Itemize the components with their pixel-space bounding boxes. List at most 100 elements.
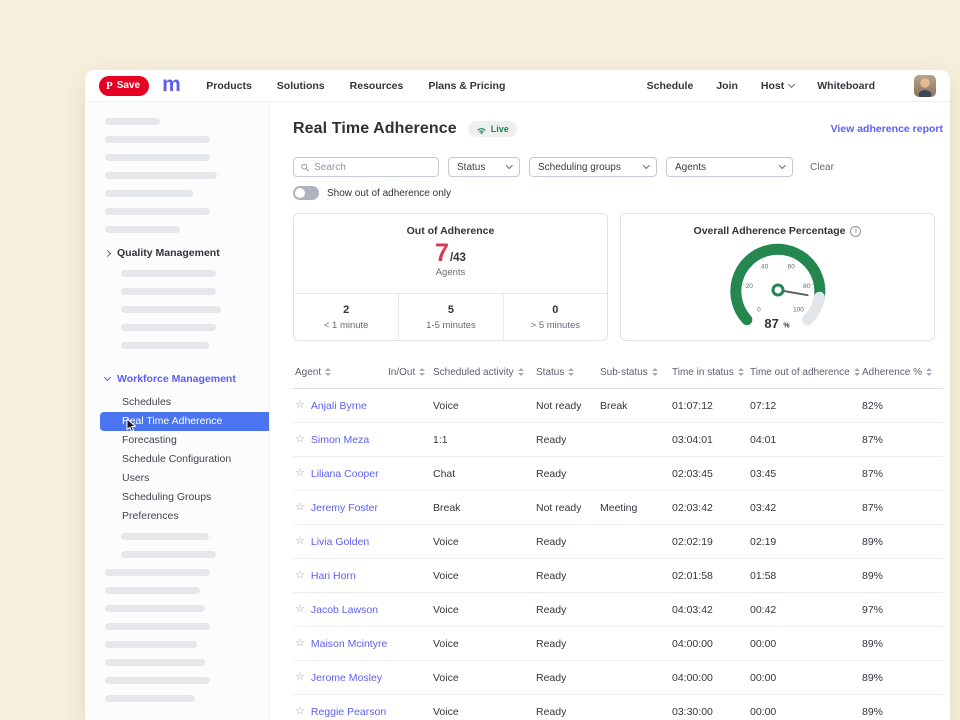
star-icon[interactable]: ☆ [295, 434, 305, 445]
count-value: 7 [435, 240, 449, 266]
gauge-tick-40: 40 [761, 264, 769, 271]
bucket: 0 > 5 minutes [503, 294, 607, 340]
bucket-value: 5 [448, 304, 454, 316]
nav-link-plans-pricing[interactable]: Plans & Pricing [428, 80, 505, 92]
star-icon[interactable]: ☆ [295, 570, 305, 581]
pinterest-save-button[interactable]: P Save [99, 76, 149, 96]
skeleton-bar [121, 551, 216, 558]
sidebar-item-preferences[interactable]: Preferences [85, 507, 269, 526]
nav-link-whiteboard[interactable]: Whiteboard [817, 80, 875, 92]
skeleton-bar [121, 533, 209, 540]
star-icon[interactable]: ☆ [295, 400, 305, 411]
count-unit: Agents [294, 267, 607, 278]
inout-cell [386, 638, 431, 650]
column-label: Adherence % [862, 367, 922, 378]
adherence-cell: 89% [860, 570, 943, 582]
sidebar-item-forecasting[interactable]: Forecasting [85, 431, 269, 450]
section-label: Quality Management [117, 247, 220, 259]
agents-dropdown-label: Agents [675, 162, 706, 173]
column-header[interactable]: Time out of adherence [748, 367, 860, 378]
skeleton-bar [121, 324, 216, 331]
star-icon[interactable]: ☆ [295, 502, 305, 513]
agent-name-link[interactable]: Jeremy Foster [311, 502, 378, 514]
nav-link-host[interactable]: Host [761, 80, 794, 92]
clear-filters-button[interactable]: Clear [810, 162, 834, 173]
bucket: 2 < 1 minute [294, 294, 398, 340]
bucket-label: > 5 minutes [531, 320, 580, 331]
status-cell: Ready [534, 570, 598, 582]
star-icon[interactable]: ☆ [295, 638, 305, 649]
nav-link-join[interactable]: Join [716, 80, 738, 92]
sidebar-section-workforce-management[interactable]: Workforce Management [85, 373, 269, 385]
card-title: Out of Adherence [294, 225, 607, 237]
search-box [293, 157, 439, 177]
info-icon[interactable]: i [850, 226, 861, 237]
star-icon[interactable]: ☆ [295, 672, 305, 683]
agent-name-link[interactable]: Anjali Byrne [311, 400, 367, 412]
nav-link-resources[interactable]: Resources [350, 80, 404, 92]
summary-cards: Out of Adherence 7 /43 Agents 2 < 1 minu [293, 213, 943, 341]
status-dropdown[interactable]: Status [448, 157, 520, 177]
time-out-of-adherence-cell: 07:12 [748, 400, 860, 412]
star-icon[interactable]: ☆ [295, 536, 305, 547]
live-badge: Live [468, 121, 517, 137]
skeleton-bar [105, 605, 205, 612]
table-row: ☆ Anjali Byrne Voice Not ready Break 01:… [293, 389, 943, 423]
time-in-status-cell: 02:03:45 [670, 468, 748, 480]
out-of-adherence-card: Out of Adherence 7 /43 Agents 2 < 1 minu [293, 213, 608, 341]
time-in-status-cell: 02:02:19 [670, 536, 748, 548]
agent-name-link[interactable]: Reggie Pearson [311, 706, 386, 718]
agent-name-link[interactable]: Livia Golden [311, 536, 369, 548]
view-adherence-report-link[interactable]: View adherence report [831, 123, 943, 135]
scheduled-activity-cell: Voice [431, 638, 534, 650]
live-signal-icon [476, 125, 487, 134]
star-icon[interactable]: ☆ [295, 706, 305, 717]
star-icon[interactable]: ☆ [295, 604, 305, 615]
nav-link-products[interactable]: Products [206, 80, 252, 92]
table-row: ☆ Maison Mcintyre Voice Ready 04:00:00 [293, 627, 943, 661]
star-icon[interactable]: ☆ [295, 468, 305, 479]
adherence-cell: 89% [860, 638, 943, 650]
agent-name-link[interactable]: Hari Horn [311, 570, 356, 582]
sidebar-item-schedule-configuration[interactable]: Schedule Configuration [85, 450, 269, 469]
agent-name-link[interactable]: Jerome Mosley [311, 672, 382, 684]
column-header[interactable]: Scheduled activity [431, 367, 534, 378]
inout-cell [386, 434, 431, 446]
inout-cell [386, 400, 431, 412]
agent-name-link[interactable]: Jacob Lawson [311, 604, 378, 616]
skeleton-bar [105, 154, 210, 161]
sidebar-item-real-time-adherence[interactable]: Real Time Adherence [100, 412, 269, 431]
count-total: /43 [450, 252, 466, 264]
column-header[interactable]: Status [534, 367, 598, 378]
nav-link-schedule[interactable]: Schedule [647, 80, 694, 92]
app-body: Quality Management Workforce Management … [85, 102, 950, 720]
out-of-adherence-toggle[interactable] [293, 186, 319, 200]
nav-link-solutions[interactable]: Solutions [277, 80, 325, 92]
sidebar-item-users[interactable]: Users [85, 469, 269, 488]
column-label: Scheduled activity [433, 367, 514, 378]
chevron-down-icon [643, 162, 649, 168]
agent-cell: ☆ Reggie Pearson [293, 706, 386, 718]
agent-name-link[interactable]: Maison Mcintyre [311, 638, 387, 650]
column-header[interactable]: Adherence % [860, 367, 943, 378]
time-out-of-adherence-cell: 04:01 [748, 434, 860, 446]
scheduling-groups-dropdown[interactable]: Scheduling groups [529, 157, 657, 177]
agents-dropdown[interactable]: Agents [666, 157, 793, 177]
sidebar-item-schedules[interactable]: Schedules [85, 393, 269, 412]
sort-icon [854, 368, 860, 376]
column-header[interactable]: In/Out [386, 367, 431, 378]
column-label: Time in status [672, 367, 734, 378]
secondary-nav-links: Schedule Join Host Whiteboard [647, 75, 936, 97]
column-header[interactable]: Agent [293, 367, 386, 378]
sidebar-item-scheduling-groups[interactable]: Scheduling Groups [85, 488, 269, 507]
search-input[interactable] [314, 162, 431, 173]
column-header[interactable]: Time in status [670, 367, 748, 378]
sidebar-section-quality-management[interactable]: Quality Management [85, 247, 269, 259]
agent-name-link[interactable]: Simon Meza [311, 434, 369, 446]
agent-cell: ☆ Jacob Lawson [293, 604, 386, 616]
adherence-cell: 89% [860, 536, 943, 548]
column-header[interactable]: Sub-status [598, 367, 670, 378]
user-avatar[interactable] [914, 75, 936, 97]
brand-logo[interactable]: m [162, 73, 180, 97]
agent-name-link[interactable]: Liliana Cooper [311, 468, 379, 480]
